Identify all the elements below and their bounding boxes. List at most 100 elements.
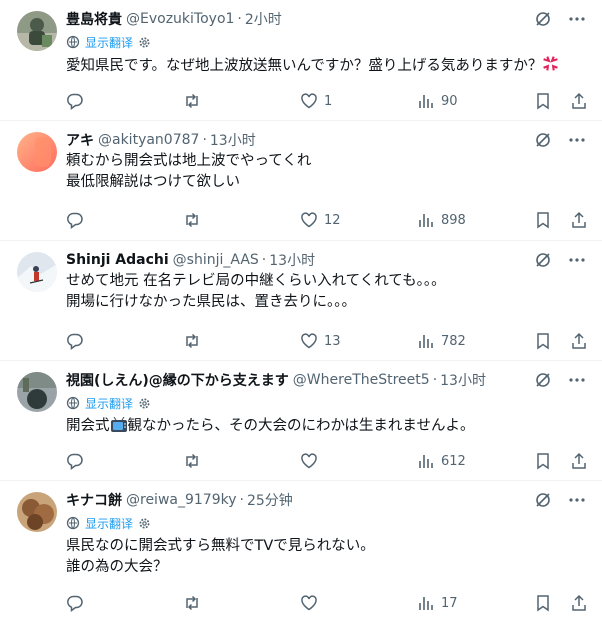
share-icon[interactable] — [570, 211, 588, 229]
grok-icon[interactable] — [534, 10, 552, 28]
separator: · — [239, 492, 244, 508]
show-translation[interactable]: 显示翻译 — [66, 393, 586, 413]
tweet-1[interactable]: 豊島将貴 @EvozukiToyo1 · 2小时 显示翻译 愛知県民です。なぜ地… — [0, 0, 602, 121]
share-icon[interactable] — [570, 332, 588, 350]
retweet-button[interactable] — [183, 452, 300, 470]
author-handle[interactable]: @reiwa_9179ky — [126, 492, 237, 508]
television-emoji-icon — [110, 417, 128, 433]
like-button[interactable]: 13 — [300, 332, 417, 350]
tweet-text: 頼むから開会式は地上波でやってくれ 最低限解説はつけて欲しい — [66, 151, 586, 193]
views-button[interactable]: 612 — [417, 452, 534, 470]
view-count: 17 — [441, 595, 458, 611]
author-name[interactable]: キナコ餅 — [66, 490, 122, 510]
author-name[interactable]: Shinji Adachi — [66, 252, 169, 268]
grok-icon[interactable] — [534, 131, 552, 149]
action-bar: 12 898 — [66, 209, 588, 231]
avatar[interactable] — [17, 492, 57, 532]
tweet-text-main: 愛知県民です。なぜ地上波放送無いんですか？盛り上げる気ありますか？ — [66, 58, 543, 74]
show-translation[interactable]: 显示翻译 — [66, 32, 586, 52]
retweet-icon — [183, 92, 201, 110]
like-icon — [300, 332, 318, 350]
view-count: 612 — [441, 453, 466, 469]
more-icon[interactable] — [568, 10, 586, 28]
reply-button[interactable] — [66, 594, 183, 612]
like-button[interactable]: 12 — [300, 211, 417, 229]
action-bar: 13 782 — [66, 330, 588, 352]
views-button[interactable]: 90 — [417, 92, 534, 110]
author-handle[interactable]: @EvozukiToyo1 — [126, 11, 234, 27]
grok-icon[interactable] — [534, 251, 552, 269]
views-icon — [417, 452, 435, 470]
reply-button[interactable] — [66, 211, 183, 229]
avatar[interactable] — [17, 252, 57, 292]
translate-label[interactable]: 显示翻译 — [85, 34, 133, 51]
bookmark-icon[interactable] — [534, 594, 552, 612]
bookmark-icon[interactable] — [534, 92, 552, 110]
timestamp[interactable]: 25分钟 — [247, 490, 293, 510]
timestamp[interactable]: 13小时 — [210, 130, 256, 150]
action-bar: 17 — [66, 592, 588, 614]
grok-icon[interactable] — [534, 491, 552, 509]
share-icon[interactable] — [570, 452, 588, 470]
views-button[interactable]: 17 — [417, 594, 534, 612]
retweet-button[interactable] — [183, 211, 300, 229]
like-icon — [300, 452, 318, 470]
more-icon[interactable] — [568, 131, 586, 149]
like-button[interactable] — [300, 594, 417, 612]
grok-icon[interactable] — [534, 371, 552, 389]
tweet-text: 開会式 観なかったら、その大会のにわかは生まれませんよ。 — [66, 416, 586, 437]
retweet-button[interactable] — [183, 92, 300, 110]
tweet-5[interactable]: キナコ餅 @reiwa_9179ky · 25分钟 显示翻译 県民なのに開会式す… — [0, 481, 602, 627]
tweet-text-line1: 県民なのに開会式すら無料でTVで見られない。 — [66, 538, 375, 554]
translate-label[interactable]: 显示翻译 — [85, 395, 133, 412]
retweet-button[interactable] — [183, 332, 300, 350]
avatar[interactable] — [17, 11, 57, 51]
retweet-button[interactable] — [183, 594, 300, 612]
timestamp[interactable]: 13小时 — [440, 370, 486, 390]
like-button[interactable]: 1 — [300, 92, 417, 110]
views-button[interactable]: 898 — [417, 211, 534, 229]
avatar[interactable] — [17, 132, 57, 172]
tweet-2[interactable]: アキ @akityan0787 · 13小时 頼むから開会式は地上波でやってくれ… — [0, 121, 602, 241]
separator: · — [237, 11, 242, 27]
like-button[interactable] — [300, 452, 417, 470]
timestamp[interactable]: 13小时 — [269, 250, 315, 270]
bookmark-icon[interactable] — [534, 452, 552, 470]
gear-icon[interactable] — [138, 517, 151, 530]
reply-button[interactable] — [66, 452, 183, 470]
bookmark-icon[interactable] — [534, 211, 552, 229]
translate-globe-icon — [66, 35, 80, 49]
translate-globe-icon — [66, 396, 80, 410]
more-icon[interactable] — [568, 491, 586, 509]
view-count: 90 — [441, 93, 458, 109]
author-handle[interactable]: @WhereTheStreet5 — [293, 372, 430, 388]
author-handle[interactable]: @akityan0787 — [98, 132, 199, 148]
like-count: 12 — [324, 212, 341, 228]
view-count: 898 — [441, 212, 466, 228]
avatar[interactable] — [17, 372, 57, 412]
author-name[interactable]: 豊島将貴 — [66, 9, 122, 29]
reply-icon — [66, 594, 84, 612]
tweet-3[interactable]: Shinji Adachi @shinji_AAS · 13小时 せめて地元 在… — [0, 241, 602, 361]
separator: · — [261, 252, 267, 268]
reply-button[interactable] — [66, 332, 183, 350]
author-handle[interactable]: @shinji_AAS — [173, 252, 259, 268]
reply-button[interactable] — [66, 92, 183, 110]
tweet-4[interactable]: 視園(しえん)@縁の下から支えます @WhereTheStreet5 · 13小… — [0, 361, 602, 481]
views-button[interactable]: 782 — [417, 332, 534, 350]
translate-label[interactable]: 显示翻译 — [85, 515, 133, 532]
author-name[interactable]: アキ — [66, 130, 94, 150]
more-icon[interactable] — [568, 251, 586, 269]
retweet-icon — [183, 211, 201, 229]
share-icon[interactable] — [570, 594, 588, 612]
show-translation[interactable]: 显示翻译 — [66, 513, 586, 533]
share-icon[interactable] — [570, 92, 588, 110]
timestamp[interactable]: 2小时 — [245, 9, 282, 29]
action-bar: 1 90 — [66, 90, 588, 112]
bookmark-icon[interactable] — [534, 332, 552, 350]
more-icon[interactable] — [568, 371, 586, 389]
author-name[interactable]: 視園(しえん)@縁の下から支えます — [66, 370, 289, 390]
gear-icon[interactable] — [138, 36, 151, 49]
tweet-text-line2: 最低限解説はつけて欲しい — [66, 174, 240, 190]
gear-icon[interactable] — [138, 397, 151, 410]
